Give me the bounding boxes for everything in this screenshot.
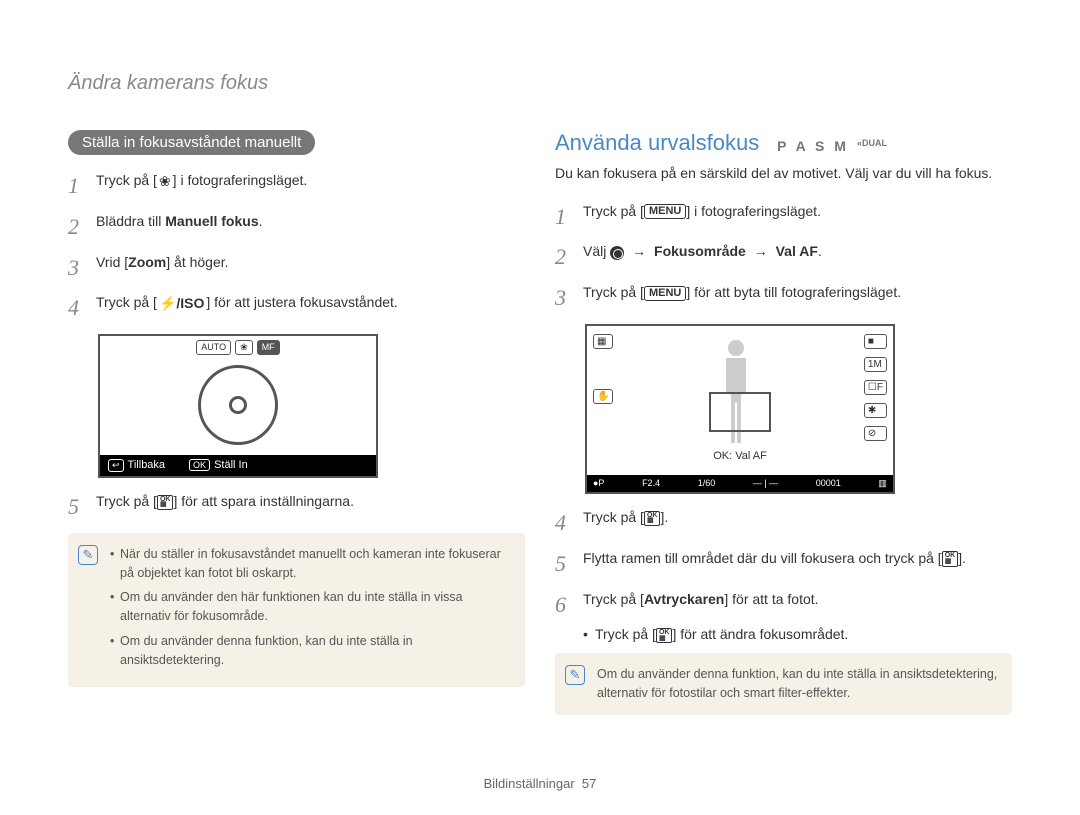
shake-icon: ✋ bbox=[593, 389, 613, 404]
note-item: När du ställer in fokusavståndet manuell… bbox=[110, 545, 511, 583]
info-icon: ✎ bbox=[78, 545, 98, 565]
chip-auto: AUTO bbox=[196, 340, 231, 355]
page-body: Ställa in fokusavståndet manuellt Tryck … bbox=[0, 0, 1080, 745]
flower-icon: ❀ bbox=[159, 172, 171, 192]
size-icon: 1M bbox=[864, 357, 887, 372]
menu-key-icon: MENU bbox=[644, 286, 686, 301]
ok-button-icon: OK▦ bbox=[656, 628, 673, 643]
chip-mf: MF bbox=[257, 340, 280, 355]
step-6: Tryck på [Avtryckaren] för att ta fotot. bbox=[555, 590, 1012, 621]
focus-box bbox=[709, 392, 771, 432]
step-5: Tryck på [OK▦] för att spara inställning… bbox=[68, 492, 525, 523]
mode-icons: P A S M «DUAL bbox=[777, 138, 887, 154]
step-1: Tryck på [❀] i fotograferingsläget. bbox=[68, 171, 525, 202]
quality-icon: ☐F bbox=[864, 380, 887, 395]
lcd-selection-af: ▦ ✋ ■ 1M ☐F ✱ ⊘ OK: Val AF ●P F2.4 1/60 … bbox=[585, 324, 895, 494]
ok-val-af-label: OK: Val AF bbox=[587, 450, 893, 462]
step-3: Vrid [Zoom] åt höger. bbox=[68, 253, 525, 284]
page-footer: Bildinställningar 57 bbox=[0, 776, 1080, 791]
step-4: Tryck på [OK▦]. bbox=[555, 508, 1012, 539]
left-steps: Tryck på [❀] i fotograferingsläget. Bläd… bbox=[68, 171, 525, 324]
left-column: Ställa in fokusavståndet manuellt Tryck … bbox=[68, 60, 525, 715]
step-5: Flytta ramen till området där du vill fo… bbox=[555, 549, 1012, 580]
flash-iso-icon: ⚡/ISO bbox=[159, 294, 204, 314]
info-icon: ✎ bbox=[565, 665, 585, 685]
storage-icon: ▥ bbox=[878, 478, 887, 489]
note-item: Om du använder denna funktion, kan du in… bbox=[110, 632, 511, 670]
grid-icon: ▦ bbox=[593, 334, 613, 349]
back-icon: ↩ bbox=[108, 459, 124, 472]
camera-icon bbox=[610, 246, 624, 260]
section-title: Använda urvalsfokus bbox=[555, 130, 759, 156]
note-right: ✎ Om du använder denna funktion, kan du … bbox=[555, 653, 1012, 715]
ok-tag-icon: OK bbox=[189, 459, 210, 471]
step-3: Tryck på [MENU] för att byta till fotogr… bbox=[555, 283, 1012, 314]
ev-bar-icon: — | — bbox=[753, 478, 778, 488]
ok-button-icon: OK▦ bbox=[157, 495, 174, 510]
star-icon: ✱ bbox=[864, 403, 887, 418]
arrow-icon: → bbox=[754, 243, 768, 259]
section-pill: Ställa in fokusavståndet manuellt bbox=[68, 130, 315, 155]
focus-dial-icon bbox=[198, 365, 278, 445]
step-2: Bläddra till Manuell fokus. bbox=[68, 212, 525, 243]
ok-button-icon: OK▦ bbox=[942, 551, 959, 566]
note-left: ✎ När du ställer in fokusavståndet manue… bbox=[68, 533, 525, 688]
mode-p-icon: ●P bbox=[593, 478, 604, 488]
right-steps: Tryck på [MENU] i fotograferingsläget. V… bbox=[555, 202, 1012, 314]
step-2: Välj → Fokusområde → Val AF. bbox=[555, 242, 1012, 273]
note-item: Om du använder den här funktionen kan du… bbox=[110, 588, 511, 626]
right-steps-b: Tryck på [OK▦]. Flytta ramen till område… bbox=[555, 508, 1012, 620]
sub-bullet: Tryck på [OK▦] för att ändra fokusområde… bbox=[583, 626, 1012, 643]
page-header: Ändra kamerans fokus bbox=[68, 72, 268, 95]
step-1: Tryck på [MENU] i fotograferingsläget. bbox=[555, 202, 1012, 233]
dual-mode-icon: «DUAL bbox=[857, 138, 887, 154]
ok-button-icon: OK▦ bbox=[644, 511, 661, 526]
menu-key-icon: MENU bbox=[644, 204, 686, 219]
lcd-manual-focus: AUTO ❀ MF ↩Tillbaka OKStäll In bbox=[98, 334, 378, 478]
battery-icon: ■ bbox=[864, 334, 887, 349]
right-column: Använda urvalsfokus P A S M «DUAL Du kan… bbox=[555, 60, 1012, 715]
chip-macro-icon: ❀ bbox=[235, 340, 253, 355]
left-steps-b: Tryck på [OK▦] för att spara inställning… bbox=[68, 492, 525, 523]
step-4: Tryck på [⚡/ISO] för att justera fokusav… bbox=[68, 293, 525, 324]
arrow-icon: → bbox=[632, 243, 646, 259]
intro-text: Du kan fokusera på en särskild del av mo… bbox=[555, 164, 1012, 184]
no-flash-icon: ⊘ bbox=[864, 426, 887, 441]
